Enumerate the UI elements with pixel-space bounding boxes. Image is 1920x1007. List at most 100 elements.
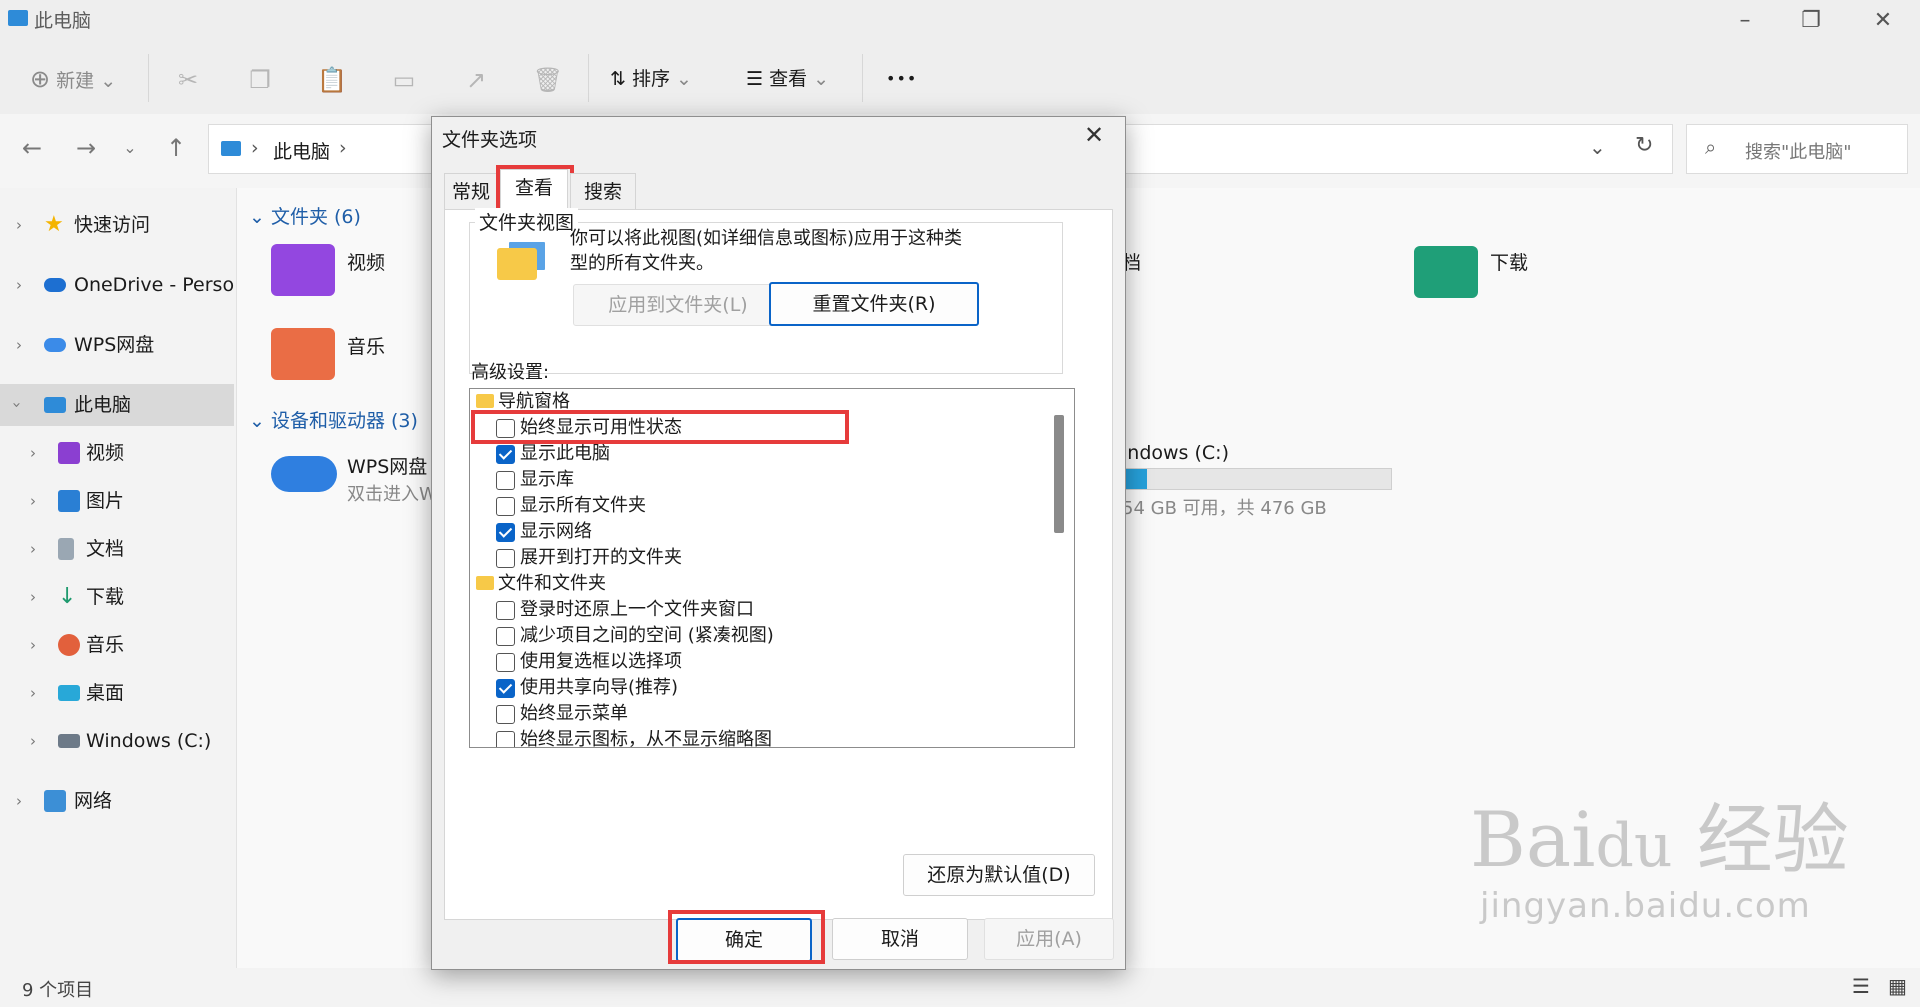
tab-general[interactable]: 常规 (444, 173, 498, 210)
apply-button[interactable]: 应用(A) (984, 918, 1114, 960)
folder-view-group-title: 文件夹视图 (475, 208, 579, 235)
checkbox[interactable] (496, 445, 515, 464)
cloud-icon (44, 278, 66, 292)
sidebar-item-quick-access[interactable]: › ★ 快速访问 (0, 204, 234, 246)
sidebar-item-drive-c[interactable]: › Windows (C:) (0, 720, 234, 762)
pc-icon (44, 397, 66, 413)
checkbox[interactable] (496, 679, 515, 698)
wps-cloud-large-icon[interactable] (271, 456, 337, 492)
download-icon: ↓ (58, 584, 77, 609)
sidebar-item-music[interactable]: › 音乐 (0, 624, 234, 666)
checkbox[interactable] (496, 653, 515, 672)
folder-icon (476, 394, 494, 408)
checkbox[interactable] (496, 601, 515, 620)
sidebar-item-this-pc[interactable]: › 此电脑 (0, 384, 234, 426)
drive-c-usage-bar (1122, 468, 1392, 490)
address-dropdown-icon[interactable]: ⌄ (1589, 135, 1606, 159)
reset-folders-button[interactable]: 重置文件夹(R) (769, 282, 979, 326)
devices-section-header[interactable]: ⌄ 设备和驱动器 (3) (249, 406, 418, 433)
minimize-button[interactable]: – (1720, 4, 1770, 38)
view-tab-panel: 文件夹视图 你可以将此视图(如详细信息或图标)应用于这种类型的所有文件夹。 应用… (444, 208, 1113, 920)
share-icon[interactable]: ↗ (460, 64, 492, 96)
drive-icon (58, 734, 80, 748)
sidebar-item-wps[interactable]: › WPS网盘 (0, 324, 234, 366)
search-input[interactable]: ⌕ 搜索"此电脑" (1686, 124, 1908, 174)
checkbox[interactable] (496, 497, 515, 516)
list-item[interactable]: 显示库 (470, 467, 1050, 493)
cut-icon[interactable]: ✂ (172, 64, 204, 96)
view-button[interactable]: ☰ 查看 ⌄ (746, 62, 829, 96)
list-item[interactable]: 始终显示图标，从不显示缩略图 (470, 727, 1050, 747)
dialog-title: 文件夹选项 (442, 129, 538, 151)
folder-label-music: 音乐 (347, 336, 386, 358)
restore-defaults-button[interactable]: 还原为默认值(D) (903, 854, 1095, 896)
view-list-icon: ☰ (746, 68, 764, 90)
breadcrumb[interactable]: 此电脑 (273, 137, 330, 164)
status-bar: 9 个项目 ☰ ▦ (0, 968, 1920, 1007)
document-icon (58, 538, 74, 560)
sidebar-item-videos[interactable]: › 视频 (0, 432, 234, 474)
new-button[interactable]: ⊕ 新建 ⌄ (30, 62, 116, 96)
folder-options-dialog: 文件夹选项 ✕ 常规 查看 搜索 文件夹视图 你可以将此视图(如详细信息或图标)… (431, 116, 1126, 970)
up-button[interactable]: ↑ (158, 130, 194, 166)
command-bar: ⊕ 新建 ⌄ ✂ ❐ 📋 ▭ ↗ 🗑 ⇅ 排序 ⌄ ☰ 查看 ⌄ ••• (0, 44, 1920, 115)
refresh-icon[interactable]: ↻ (1635, 133, 1653, 158)
maximize-button[interactable]: ❐ (1786, 4, 1836, 38)
checkbox[interactable] (496, 705, 515, 724)
back-button[interactable]: ← (14, 130, 50, 166)
checkbox[interactable] (496, 471, 515, 490)
desktop-icon (58, 685, 80, 701)
close-window-button[interactable]: ✕ (1858, 4, 1908, 38)
rename-icon[interactable]: ▭ (388, 64, 420, 96)
list-item[interactable]: 使用共享向导(推荐) (470, 675, 1050, 701)
sidebar-item-downloads[interactable]: › ↓ 下载 (0, 576, 234, 618)
music-folder-icon[interactable] (271, 328, 335, 380)
list-item[interactable]: 始终显示菜单 (470, 701, 1050, 727)
list-item[interactable]: 使用复选框以选择项 (470, 649, 1050, 675)
drive-c-usage-fill (1123, 469, 1148, 489)
videos-folder-icon[interactable] (271, 244, 335, 296)
star-icon: ★ (44, 212, 64, 237)
forward-button[interactable]: → (68, 130, 104, 166)
apply-to-folders-button[interactable]: 应用到文件夹(L) (573, 284, 783, 326)
copy-icon[interactable]: ❐ (244, 64, 276, 96)
folder-view-description: 你可以将此视图(如详细信息或图标)应用于这种类型的所有文件夹。 (570, 228, 963, 274)
folders-section-header[interactable]: ⌄ 文件夹 (6) (249, 202, 361, 229)
paste-icon[interactable]: 📋 (316, 64, 348, 96)
folder-view-icon (497, 248, 537, 280)
sort-button[interactable]: ⇅ 排序 ⌄ (610, 62, 692, 96)
folder-icon (476, 576, 494, 590)
list-item[interactable]: 显示所有文件夹 (470, 493, 1050, 519)
availability-status-highlight (471, 410, 849, 444)
watermark-logo: Baidu 经验 jingyan.baidu.com (1470, 795, 1849, 927)
tab-search[interactable]: 搜索 (570, 173, 636, 210)
sidebar-item-pictures[interactable]: › 图片 (0, 480, 234, 522)
wps-drive-subtitle: 双击进入W (347, 484, 437, 505)
details-view-icon[interactable]: ☰ (1852, 974, 1870, 998)
sidebar-item-desktop[interactable]: › 桌面 (0, 672, 234, 714)
sidebar-item-network[interactable]: › 网络 (0, 780, 234, 822)
checkbox[interactable] (496, 627, 515, 646)
window-title: 此电脑 (34, 10, 92, 32)
search-placeholder: 搜索"此电脑" (1745, 142, 1852, 163)
list-scrollbar-thumb[interactable] (1054, 415, 1064, 533)
checkbox[interactable] (496, 549, 515, 568)
list-item[interactable]: 登录时还原上一个文件夹窗口 (470, 597, 1050, 623)
search-icon: ⌕ (1705, 135, 1717, 159)
recent-chevron-icon[interactable]: ⌄ (112, 130, 148, 166)
checkbox[interactable] (496, 523, 515, 542)
dialog-close-button[interactable]: ✕ (1084, 121, 1104, 149)
list-item[interactable]: 展开到打开的文件夹 (470, 545, 1050, 571)
more-button[interactable]: ••• (886, 62, 917, 96)
checkbox[interactable] (496, 731, 515, 747)
list-item[interactable]: 减少项目之间的空间 (紧凑视图) (470, 623, 1050, 649)
wps-drive-name: WPS网盘 (347, 456, 428, 478)
cancel-button[interactable]: 取消 (832, 918, 968, 960)
tiles-view-icon[interactable]: ▦ (1888, 974, 1907, 998)
list-item[interactable]: 显示此电脑 (470, 441, 1050, 467)
sidebar-item-onedrive[interactable]: › OneDrive - Persona (0, 264, 234, 306)
delete-icon[interactable]: 🗑 (532, 64, 564, 96)
list-item[interactable]: 显示网络 (470, 519, 1050, 545)
sidebar-item-documents[interactable]: › 文档 (0, 528, 234, 570)
downloads-folder-icon[interactable] (1414, 246, 1478, 298)
